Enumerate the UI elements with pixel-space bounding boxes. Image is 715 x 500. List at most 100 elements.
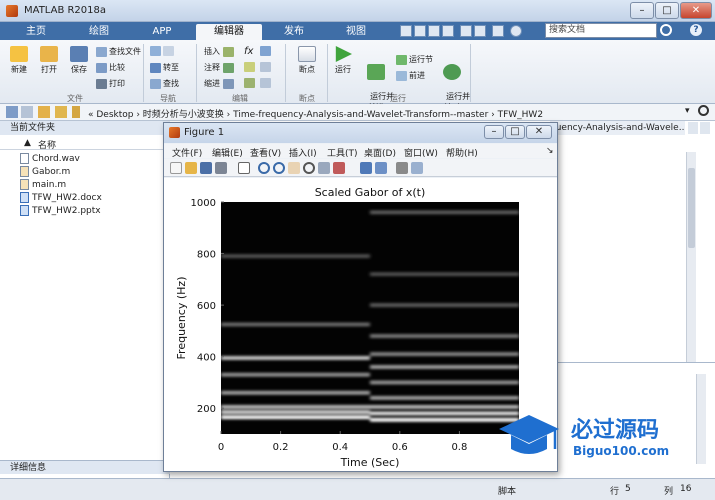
open-button[interactable]: 打开 xyxy=(36,46,62,75)
legend-icon[interactable] xyxy=(396,162,408,174)
uncomment-button[interactable] xyxy=(260,62,273,72)
editor-close-icon[interactable] xyxy=(688,122,698,134)
menu-file[interactable]: 文件(F) xyxy=(172,146,202,159)
search-input[interactable]: 搜索文档 xyxy=(545,23,657,38)
goto-icon xyxy=(150,62,161,73)
compare-button[interactable]: 比较 xyxy=(96,62,125,73)
file-item[interactable]: main.m xyxy=(20,179,66,190)
menu-edit[interactable]: 编辑(E) xyxy=(212,146,243,159)
tab-view[interactable]: 视图 xyxy=(326,24,386,40)
pointer-icon[interactable] xyxy=(238,162,250,174)
colorbar-icon[interactable] xyxy=(375,162,387,174)
figure-toolbar xyxy=(164,159,557,177)
tab-plots[interactable]: 绘图 xyxy=(68,24,130,40)
tab-apps[interactable]: APP xyxy=(132,24,192,40)
pan-icon[interactable] xyxy=(288,162,300,174)
find-files-button[interactable]: 查找文件 xyxy=(96,46,141,57)
menu-desktop[interactable]: 桌面(D) xyxy=(364,146,396,159)
editor-tab[interactable]: quency-Analysis-and-Wavele... xyxy=(550,121,685,135)
editor-scrollbar-thumb[interactable] xyxy=(688,168,695,248)
linked-plot-icon[interactable] xyxy=(360,162,372,174)
rotate-icon[interactable] xyxy=(303,162,315,174)
up-folder-icon[interactable] xyxy=(38,106,50,118)
menu-tools[interactable]: 工具(T) xyxy=(327,146,358,159)
browse-folder-icon[interactable] xyxy=(55,106,67,118)
new-figure-icon[interactable] xyxy=(170,162,182,174)
qa-paste-icon[interactable] xyxy=(442,25,454,37)
help-menu-icon[interactable]: ? xyxy=(690,24,702,36)
figure-maximize-button[interactable]: □ xyxy=(505,125,525,139)
save-figure-icon[interactable] xyxy=(200,162,212,174)
open-file-icon[interactable] xyxy=(185,162,197,174)
insert-button[interactable]: 插入 xyxy=(204,46,236,57)
path-search-icon[interactable] xyxy=(698,105,709,116)
run-button[interactable]: 运行 xyxy=(330,46,356,75)
figure-minimize-button[interactable]: – xyxy=(484,125,504,139)
file-item[interactable]: Chord.wav xyxy=(20,153,80,164)
file-item[interactable]: TFW_HW2.pptx xyxy=(20,205,101,216)
property-editor-icon[interactable] xyxy=(411,162,423,174)
print-button[interactable]: 打印 xyxy=(96,78,125,89)
wrap-button[interactable] xyxy=(244,62,257,72)
figure-titlebar[interactable]: Figure 1 – □ ✕ xyxy=(164,123,557,143)
fx-button[interactable]: fx xyxy=(244,46,253,57)
save-button[interactable]: 保存 xyxy=(66,46,92,75)
back-icon[interactable] xyxy=(6,106,18,118)
details-panel-header[interactable]: 详细信息 xyxy=(0,460,170,474)
brush-icon[interactable] xyxy=(333,162,345,174)
run-section-button[interactable]: 运行节 xyxy=(396,54,433,65)
figure-logo-icon xyxy=(169,127,180,138)
path-dropdown-icon[interactable]: ▾ xyxy=(685,106,690,116)
file-item[interactable]: Gabor.m xyxy=(20,166,70,177)
qa-save-icon[interactable] xyxy=(400,25,412,37)
editor-menu-icon[interactable] xyxy=(700,122,710,134)
goto-button[interactable]: 转至 xyxy=(150,62,179,73)
breakpoints-button[interactable]: 断点 xyxy=(292,46,322,75)
qa-copy-icon[interactable] xyxy=(428,25,440,37)
file-item[interactable]: TFW_HW2.docx xyxy=(20,192,102,203)
qa-switch-icon[interactable] xyxy=(492,25,504,37)
tab-publish[interactable]: 发布 xyxy=(264,24,324,40)
current-path[interactable]: « Desktop › 时频分析与小波变换 › Time-frequency-A… xyxy=(88,107,543,120)
find-files-icon xyxy=(96,46,107,57)
tab-home[interactable]: 主页 xyxy=(8,24,64,40)
minimize-button[interactable]: – xyxy=(630,2,654,19)
y-axis-label: Frequency (Hz) xyxy=(175,277,188,360)
comment-button[interactable]: 注释 xyxy=(204,62,236,73)
status-row-label: 行 xyxy=(610,487,620,497)
file-list-header[interactable]: ▲ 名称 xyxy=(0,136,170,151)
decrease-indent-button[interactable] xyxy=(260,78,273,88)
search-icon[interactable] xyxy=(660,24,672,36)
find-button[interactable]: 查找 xyxy=(150,78,179,89)
menu-dock-icon[interactable]: ↘ xyxy=(546,146,554,156)
figure-close-button[interactable]: ✕ xyxy=(526,125,552,139)
tab-editor[interactable]: 编辑器 xyxy=(196,24,262,40)
ribbon-separator xyxy=(143,44,144,102)
smart-indent-button[interactable] xyxy=(244,78,257,88)
advance-button[interactable]: 前进 xyxy=(396,70,425,81)
back-nav-button[interactable] xyxy=(150,46,176,56)
run-icon xyxy=(335,46,352,62)
matrix-button[interactable] xyxy=(260,46,273,56)
new-button[interactable]: 新建 xyxy=(6,46,32,75)
close-button[interactable]: ✕ xyxy=(680,2,712,19)
zoom-out-icon[interactable] xyxy=(273,162,285,174)
advance-icon xyxy=(396,70,407,81)
menu-help[interactable]: 帮助(H) xyxy=(446,146,478,159)
maximize-button[interactable]: □ xyxy=(655,2,679,19)
print-figure-icon[interactable] xyxy=(215,162,227,174)
forward-icon[interactable] xyxy=(21,106,33,118)
qa-help-icon[interactable] xyxy=(510,25,522,37)
qa-cut-icon[interactable] xyxy=(414,25,426,37)
spectrogram-band xyxy=(370,352,519,357)
qa-undo-icon[interactable] xyxy=(460,25,472,37)
data-cursor-icon[interactable] xyxy=(318,162,330,174)
menu-view[interactable]: 查看(V) xyxy=(250,146,281,159)
menu-insert[interactable]: 插入(I) xyxy=(289,146,317,159)
compare-label: 比较 xyxy=(109,63,125,72)
matrix-icon xyxy=(260,46,271,56)
zoom-in-icon[interactable] xyxy=(258,162,270,174)
qa-redo-icon[interactable] xyxy=(474,25,486,37)
menu-window[interactable]: 窗口(W) xyxy=(404,146,438,159)
indent-button[interactable]: 缩进 xyxy=(204,78,236,89)
